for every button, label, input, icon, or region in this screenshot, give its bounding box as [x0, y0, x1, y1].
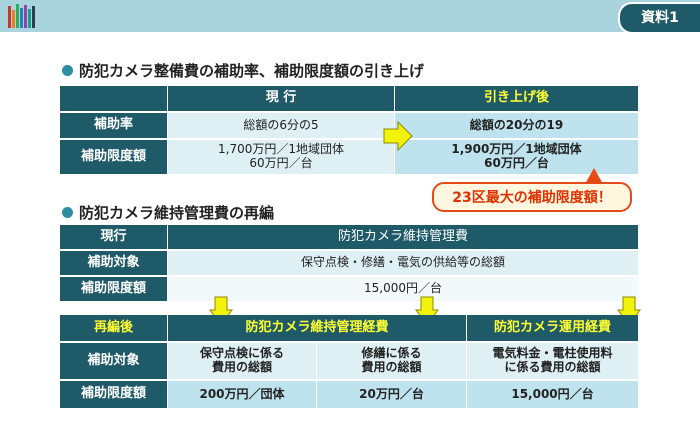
- table2-limit-value: 15,000円／台: [168, 277, 638, 301]
- document-badge: 資料1: [618, 2, 700, 34]
- table3-target-col2: 修繕に係る 費用の総額: [317, 343, 466, 379]
- section2-heading: 防犯カメラ維持管理費の再編: [62, 202, 274, 223]
- table3-limit-col1: 200万円／団体: [168, 381, 316, 408]
- table3-header-ops: 防犯カメラ運用経費: [467, 315, 638, 341]
- section1-heading: 防犯カメラ整備費の補助率、補助限度額の引き上げ: [62, 60, 424, 81]
- table3-limit-col3: 15,000円／台: [467, 381, 638, 408]
- table1-corner: [60, 86, 167, 111]
- table3-limit-label: 補助限度額: [60, 381, 167, 408]
- limit-current-line2: 60万円／台: [249, 156, 313, 170]
- limit-current-line1: 1,700万円／1地域団体: [218, 142, 344, 157]
- limit-raised-line1: 1,900万円／1地域団体: [451, 142, 582, 157]
- target-col1-line1: 保守点検に係る: [199, 346, 284, 361]
- target-col1-line2: 費用の総額: [211, 360, 272, 374]
- section1-title: 防犯カメラ整備費の補助率、補助限度額の引き上げ: [79, 62, 425, 80]
- target-col3-line1: 電気料金・電柱使用料: [492, 346, 613, 361]
- table3-limit-col2: 20万円／台: [317, 381, 466, 408]
- table3-target-col1: 保守点検に係る 費用の総額: [168, 343, 316, 379]
- table2-target-value: 保守点検・修繕・電気の供給等の総額: [168, 251, 638, 275]
- table1-row-rate-label: 補助率: [60, 113, 167, 138]
- table3-target-label: 補助対象: [60, 343, 167, 379]
- target-col2-line1: 修繕に係る: [361, 346, 422, 361]
- table2-limit-label: 補助限度額: [60, 277, 167, 301]
- table1-row-limit-current: 1,700万円／1地域団体 60万円／台: [168, 140, 394, 174]
- table3-reorg-label: 再編後: [60, 315, 167, 341]
- table1-row-limit-label: 補助限度額: [60, 140, 167, 174]
- table1-row-rate-current: 総額の6分の5: [168, 113, 394, 138]
- table3-header-maint: 防犯カメラ維持管理経費: [168, 315, 466, 341]
- callout-max-limit: 23区最大の補助限度額！: [432, 182, 632, 212]
- target-col3-line2: に係る費用の総額: [504, 360, 601, 374]
- bullet-icon: [62, 65, 73, 76]
- right-arrow-icon: [383, 121, 413, 151]
- table3-target-col3: 電気料金・電柱使用料 に係る費用の総額: [467, 343, 638, 379]
- top-bar: 資料1: [0, 0, 700, 34]
- table2-current-label: 現行: [60, 225, 167, 249]
- target-col2-line2: 費用の総額: [361, 360, 422, 374]
- table1-header-raised: 引き上げ後: [395, 86, 638, 111]
- limit-raised-line2: 60万円／台: [484, 156, 549, 170]
- table2-current-header: 防犯カメラ維持管理費: [168, 225, 638, 249]
- table2-target-label: 補助対象: [60, 251, 167, 275]
- bullet-icon: [62, 207, 73, 218]
- table1-row-rate-raised: 総額の20分の19: [395, 113, 638, 138]
- table1-header-current: 現 行: [168, 86, 394, 111]
- section2-title: 防犯カメラ維持管理費の再編: [79, 204, 275, 222]
- logo-icon: [8, 4, 40, 28]
